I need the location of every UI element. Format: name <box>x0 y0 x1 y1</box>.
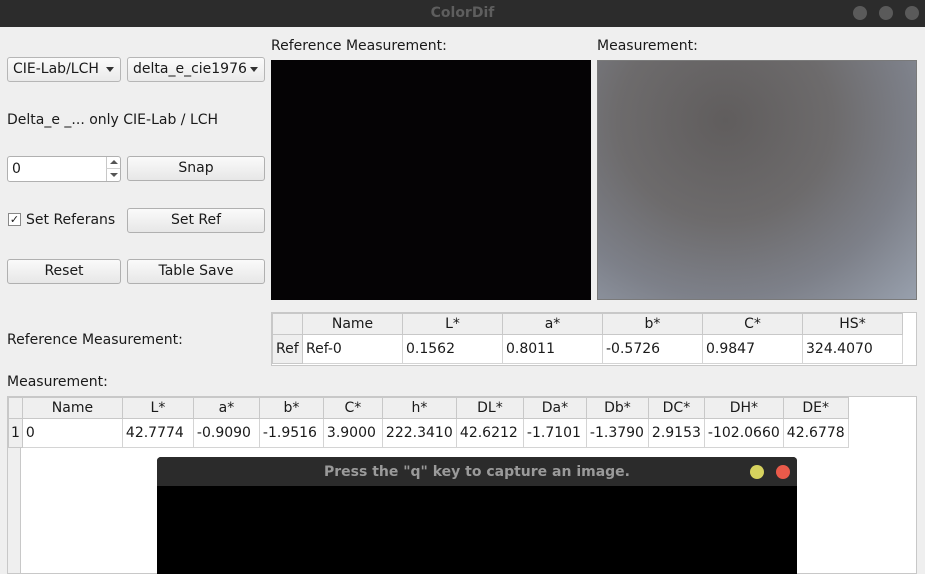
table-cell[interactable]: 0 <box>21 418 123 448</box>
maximize-icon[interactable] <box>879 6 893 20</box>
column-header[interactable]: Da* <box>522 397 587 419</box>
measurement-preview <box>597 60 917 300</box>
capture-window-title: Press the "q" key to capture an image. <box>324 464 630 480</box>
reference-table[interactable]: Name L* a* b* C* HS* Ref Ref-0 0.1562 0.… <box>271 312 917 366</box>
column-header[interactable]: h* <box>381 397 457 419</box>
capture-window-titlebar[interactable]: Press the "q" key to capture an image. <box>157 457 797 486</box>
column-header[interactable]: DH* <box>703 397 784 419</box>
capture-window[interactable]: Press the "q" key to capture an image. <box>157 457 797 574</box>
chevron-down-icon <box>106 67 114 72</box>
column-header[interactable]: L* <box>121 397 194 419</box>
table-corner <box>8 397 23 419</box>
spin-down-icon[interactable] <box>106 169 120 181</box>
snap-button[interactable]: Snap <box>127 156 265 181</box>
table-cell[interactable]: 42.6778 <box>782 418 849 448</box>
colorspace-select[interactable]: CIE-Lab/LCH <box>7 57 121 82</box>
set-referans-label: Set Referans <box>26 212 116 228</box>
table-cell[interactable]: Ref-0 <box>302 334 403 364</box>
column-header[interactable]: b* <box>258 397 324 419</box>
close-icon[interactable] <box>776 465 790 479</box>
table-cell[interactable]: -102.0660 <box>703 418 784 448</box>
table-cell[interactable]: 0.9847 <box>702 334 803 364</box>
reference-preview-label: Reference Measurement: <box>271 38 447 54</box>
table-cell[interactable]: 3.9000 <box>322 418 383 448</box>
table-row[interactable]: 1 0 42.7774 -0.9090 -1.9516 3.9000 222.3… <box>8 418 849 448</box>
delta-e-select-value: delta_e_cie1976 <box>133 61 247 77</box>
column-header[interactable]: a* <box>502 313 603 335</box>
delta-e-note: Delta_e _... only CIE-Lab / LCH <box>7 112 219 128</box>
minimize-icon[interactable] <box>853 6 867 20</box>
column-header[interactable]: Name <box>302 313 403 335</box>
column-header[interactable]: L* <box>402 313 503 335</box>
table-cell[interactable]: 42.7774 <box>121 418 194 448</box>
table-corner <box>272 313 303 335</box>
title-bar: ColorDif <box>0 0 925 27</box>
delta-e-select[interactable]: delta_e_cie1976 <box>127 57 265 82</box>
table-cell[interactable]: 222.3410 <box>381 418 457 448</box>
row-header[interactable]: 1 <box>8 418 23 448</box>
column-header[interactable]: C* <box>322 397 383 419</box>
table-cell[interactable]: 0.1562 <box>402 334 503 364</box>
column-header[interactable]: DE* <box>782 397 849 419</box>
row-header[interactable]: Ref <box>272 334 303 364</box>
reset-button[interactable]: Reset <box>7 259 121 284</box>
column-header[interactable]: Db* <box>585 397 649 419</box>
measurement-preview-label: Measurement: <box>597 38 698 54</box>
colorspace-select-value: CIE-Lab/LCH <box>13 61 99 77</box>
chevron-down-icon <box>250 67 258 72</box>
table-cell[interactable]: -1.7101 <box>522 418 587 448</box>
table-cell[interactable]: 324.4070 <box>802 334 903 364</box>
reference-table-grid: Name L* a* b* C* HS* Ref Ref-0 0.1562 0.… <box>272 313 903 364</box>
table-cell[interactable]: 42.6212 <box>455 418 524 448</box>
close-icon[interactable] <box>905 6 919 20</box>
column-header[interactable]: b* <box>602 313 703 335</box>
measurement-table-grid: Name L* a* b* C* h* DL* Da* Db* DC* DH* … <box>8 397 849 448</box>
window-title: ColorDif <box>430 5 495 21</box>
column-header[interactable]: a* <box>192 397 260 419</box>
table-row[interactable]: Ref Ref-0 0.1562 0.8011 -0.5726 0.9847 3… <box>272 334 903 364</box>
table-cell[interactable]: 0.8011 <box>502 334 603 364</box>
set-ref-button[interactable]: Set Ref <box>127 208 265 233</box>
table-save-button[interactable]: Table Save <box>127 259 265 284</box>
measurement-table-label: Measurement: <box>7 374 108 390</box>
table-header-row: Name L* a* b* C* h* DL* Da* Db* DC* DH* … <box>8 397 849 419</box>
set-referans-checkbox[interactable]: ✓ <box>8 213 21 226</box>
table-cell[interactable]: -0.9090 <box>192 418 260 448</box>
reference-preview <box>271 60 591 300</box>
column-header[interactable]: Name <box>21 397 123 419</box>
table-cell[interactable]: 2.9153 <box>647 418 705 448</box>
column-header[interactable]: DL* <box>455 397 524 419</box>
table-cell[interactable]: -0.5726 <box>602 334 703 364</box>
reference-table-label: Reference Measurement: <box>7 332 183 348</box>
table-cell[interactable]: -1.3790 <box>585 418 649 448</box>
column-header[interactable]: DC* <box>647 397 705 419</box>
index-spinbox[interactable]: 0 <box>7 156 121 182</box>
table-cell[interactable]: -1.9516 <box>258 418 324 448</box>
table-header-row: Name L* a* b* C* HS* <box>272 313 903 335</box>
spin-up-icon[interactable] <box>106 157 120 169</box>
minimize-icon[interactable] <box>750 465 764 479</box>
index-spinbox-value: 0 <box>12 161 21 177</box>
column-header[interactable]: HS* <box>802 313 903 335</box>
column-header[interactable]: C* <box>702 313 803 335</box>
